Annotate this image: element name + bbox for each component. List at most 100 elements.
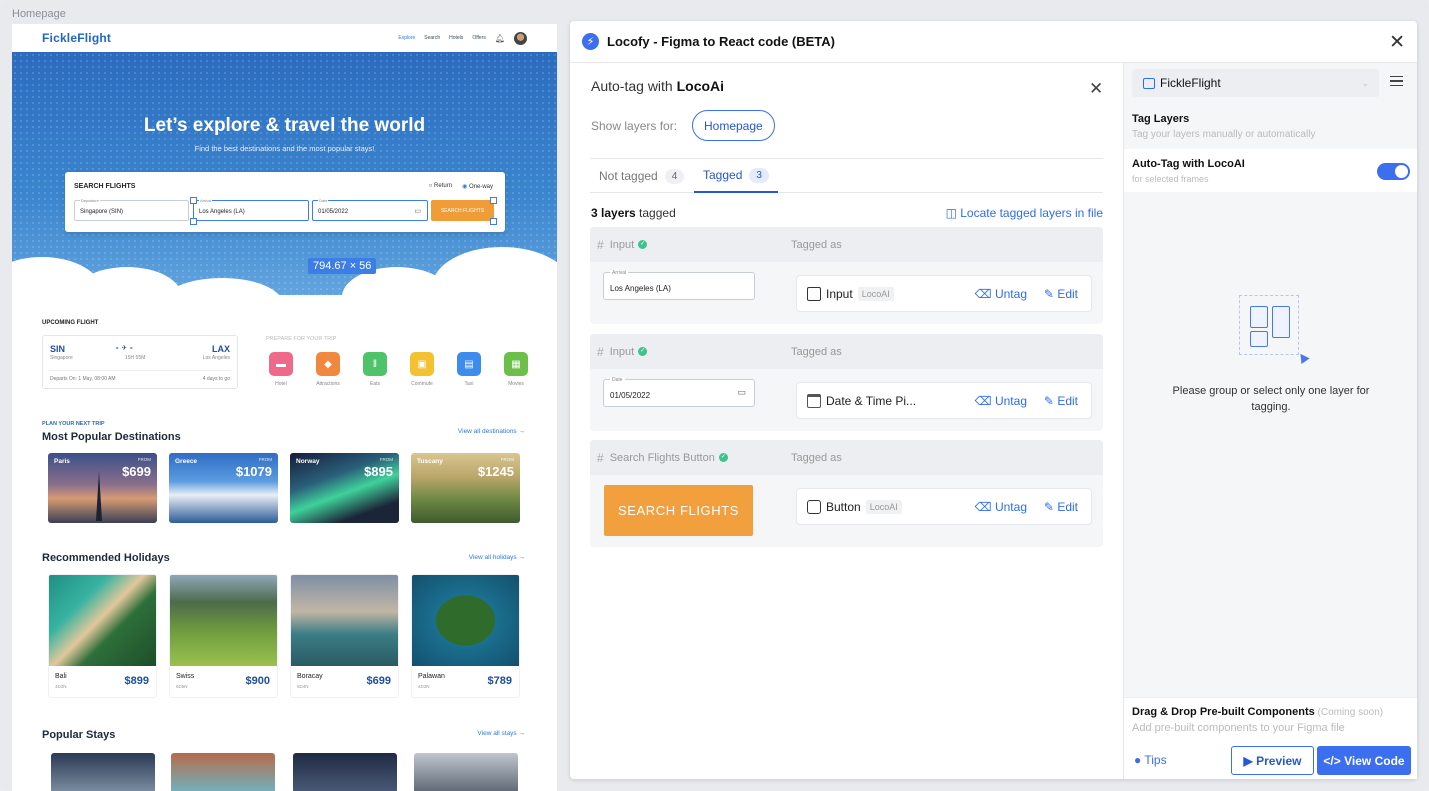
autotag-title: Auto-tag with LocoAi [591, 78, 724, 94]
menu-icon[interactable] [1390, 76, 1403, 86]
selection-handle[interactable] [190, 197, 197, 204]
bell-icon[interactable]: 🔔︎ [495, 34, 505, 43]
selection-handle[interactable] [190, 218, 197, 225]
departure-input[interactable]: Departure Singapore (SIN) [74, 198, 189, 221]
lightning-icon: ⚡︎ [582, 33, 599, 50]
stay-card[interactable] [293, 753, 397, 791]
edit-button[interactable]: ✎ Edit [1044, 287, 1078, 301]
departure-label: Departure [80, 198, 100, 203]
locoai-badge: LocoAI [865, 499, 902, 514]
untag-button[interactable]: ⌫ Untag [975, 394, 1027, 408]
stay-card[interactable] [171, 753, 275, 791]
frame-hash-icon: # [597, 450, 604, 465]
holiday-card-palawan[interactable]: Palawan 4D3N $789 [411, 574, 520, 698]
tag-name: Date & Time Pi... [826, 393, 917, 408]
locate-layers-link[interactable]: ◫ Locate tagged layers in file [946, 206, 1103, 220]
untag-button[interactable]: ⌫ Untag [975, 500, 1027, 514]
edit-label: Edit [1057, 499, 1078, 514]
close-autotag-icon[interactable]: ✕ [1089, 79, 1103, 99]
category-eats[interactable]: ǁ Eats [360, 352, 390, 387]
trip-type-radios: ○ Return ◉ One-way [429, 183, 493, 190]
close-icon[interactable]: ✕ [1389, 31, 1405, 54]
nav-hotels[interactable]: Hotels [449, 35, 463, 41]
arrival-value: Los Angeles (LA) [199, 209, 245, 215]
untag-button[interactable]: ⌫ Untag [975, 287, 1027, 301]
dnd-title[interactable]: Drag & Drop Pre-built Components (Coming… [1132, 706, 1383, 718]
arrival-input[interactable]: Arrival Los Angeles (LA) [193, 198, 309, 221]
category-label: Movies [508, 381, 524, 387]
view-all-destinations-link[interactable]: View all destinations → [458, 428, 525, 435]
tagged-layer-card[interactable]: # Search Flights Button ✓ Tagged as SEAR… [590, 440, 1103, 547]
dnd-title-text: Drag & Drop Pre-built Components [1132, 706, 1315, 718]
category-movies[interactable]: ▦ Movies [501, 352, 531, 387]
destination-card-paris[interactable]: Paris FROM $699 [48, 453, 157, 523]
frame-hash-icon: # [597, 237, 604, 252]
ticket-icon: ◆ [316, 352, 340, 376]
radio-oneway[interactable]: ◉ One-way [462, 183, 493, 190]
view-all-stays-link[interactable]: View all stays → [477, 730, 525, 737]
coming-soon-label: (Coming soon) [1314, 707, 1384, 718]
frame-selector-pill[interactable]: Homepage [692, 110, 775, 141]
stay-card[interactable] [414, 753, 518, 791]
category-commute[interactable]: ▣ Commute [407, 352, 437, 387]
category-attractions[interactable]: ◆ Attractions [313, 352, 343, 387]
tab-tagged[interactable]: Tagged 3 [694, 159, 778, 193]
holiday-days: 6D5N [176, 684, 188, 689]
avatar[interactable] [514, 31, 527, 45]
nav-offers[interactable]: Offers [472, 35, 486, 41]
layer-card-header: # Input ✓ Tagged as [590, 334, 1103, 369]
radio-return[interactable]: ○ Return [429, 183, 452, 190]
tagged-layer-card[interactable]: # Input ✓ Tagged as Date 01/05/2022 ▭ Da… [590, 334, 1103, 431]
check-icon: ✓ [638, 347, 648, 356]
tab-not-tagged[interactable]: Not tagged 4 [599, 159, 685, 193]
tag-name: Button [826, 499, 861, 514]
from-label: FROM [258, 457, 272, 462]
preview-button[interactable]: ▶ Preview [1231, 746, 1314, 775]
autotag-toggle[interactable] [1377, 163, 1410, 180]
category-hotel[interactable]: ▬ Hotel [266, 352, 296, 387]
tips-link[interactable]: ● Tips [1134, 753, 1167, 767]
autotag-title-name: LocoAi [676, 78, 725, 94]
arrival-label: Arrival [199, 198, 213, 203]
from-label: FROM [500, 457, 514, 462]
destination-card-greece[interactable]: Greece FROM $1079 [169, 453, 278, 523]
destination-card-tuscany[interactable]: Tuscany FROM $1245 [411, 453, 520, 523]
destination-card-norway[interactable]: Norway FROM $895 [290, 453, 399, 523]
project-selector[interactable]: FickleFlight ⌄ [1132, 69, 1379, 97]
selection-handle[interactable] [490, 197, 497, 204]
view-all-holidays-link[interactable]: View all holidays → [469, 554, 525, 561]
edit-button[interactable]: ✎ Edit [1044, 394, 1078, 408]
site-logo: FickleFlight [42, 31, 112, 45]
eiffel-tower-image [96, 471, 102, 521]
tag-name: Input [826, 286, 853, 301]
tag-layers-desc: Tag your layers manually or automaticall… [1132, 129, 1316, 140]
popular-destinations-title: Most Popular Destinations [42, 431, 181, 443]
nav-search[interactable]: Search [424, 35, 440, 41]
holiday-card-bali[interactable]: Bali 4D3N $899 [48, 574, 157, 698]
holiday-card-swiss[interactable]: Swiss 6D5N $900 [169, 574, 278, 698]
tag-layers-title[interactable]: Tag Layers [1132, 113, 1189, 125]
category-label: Attractions [316, 381, 340, 387]
hero-banner: Let’s explore & travel the world Find th… [12, 52, 557, 295]
hero-subtitle: Find the best destinations and the most … [194, 144, 375, 153]
nav-explore[interactable]: Explore [398, 35, 415, 41]
tagged-layer-card[interactable]: # Input ✓ Tagged as Arrival Los Angeles … [590, 227, 1103, 324]
selection-handle[interactable] [490, 218, 497, 225]
destination-price: $895 [364, 464, 393, 479]
tag-box: Input LocoAI ⌫ Untag ✎ Edit [796, 275, 1092, 312]
calendar-icon: ▭ [737, 387, 746, 397]
upcoming-flight-card[interactable]: SIN Singapore ∘ ✈ ∘ 15H 55M LAX Los Ange… [42, 335, 238, 389]
flight-from-city: Singapore [50, 355, 73, 361]
view-code-button[interactable]: </> View Code [1317, 746, 1411, 775]
holiday-card-boracay[interactable]: Boracay 5D4N $699 [290, 574, 399, 698]
flight-to: LAX [212, 344, 230, 354]
date-input[interactable]: Date 01/05/2022 ▭ [312, 198, 428, 221]
edit-label: Edit [1057, 286, 1078, 301]
frame-label[interactable]: Homepage [12, 8, 66, 20]
holiday-image [291, 575, 398, 666]
stay-card[interactable] [51, 753, 155, 791]
homepage-frame[interactable]: FickleFlight Explore Search Hotels Offer… [12, 24, 557, 791]
edit-button[interactable]: ✎ Edit [1044, 500, 1078, 514]
category-taxi[interactable]: ▤ Taxi [454, 352, 484, 387]
search-flights-button[interactable]: SEARCH FLIGHTS [431, 200, 494, 221]
